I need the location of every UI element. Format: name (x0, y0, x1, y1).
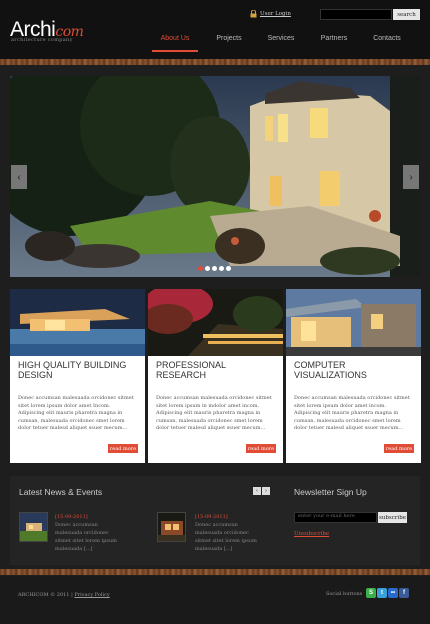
read-more-button[interactable]: read more (108, 444, 138, 453)
chevron-right-icon: › (265, 488, 267, 494)
user-login-label: User Login (260, 11, 291, 17)
slider-dot[interactable] (212, 266, 217, 271)
search-input[interactable] (320, 9, 392, 20)
chevron-left-icon: ‹ (17, 171, 21, 183)
wood-divider-bottom (0, 569, 430, 575)
chevron-left-icon: ‹ (256, 488, 258, 494)
card-image-pool (10, 289, 145, 356)
feature-card: Professional research Donec accumsan mal… (148, 289, 283, 463)
tagline: architecture company (11, 37, 73, 43)
news-heading: Latest News & Events (19, 487, 103, 497)
unsubscribe-link[interactable]: Unsubscribe (294, 531, 329, 537)
news-text[interactable]: Donec accumsan malesuada orcidonec sitme… (195, 521, 265, 553)
slider-next-button[interactable]: › (403, 165, 419, 189)
news-date: [15-09-2011] (55, 514, 88, 520)
flickr-icon[interactable]: •• (388, 588, 398, 598)
card-title: High quality building design (18, 360, 127, 380)
news-date: [15-09-2011] (195, 514, 228, 520)
card-text: Donec accumsan malesuada orcidonec sitme… (156, 395, 272, 431)
subscribe-button[interactable]: subscribe (378, 512, 407, 523)
card-title: Professional research (156, 360, 226, 380)
lock-icon (250, 10, 257, 18)
separator: | (71, 592, 73, 598)
slider-pagination (198, 266, 231, 271)
chevron-right-icon: › (409, 171, 413, 183)
nav-active-indicator (152, 50, 198, 52)
twitter-icon[interactable]: t (377, 588, 387, 598)
copyright-text: ARCHICOM © 2011 (18, 592, 70, 598)
footer (0, 576, 430, 624)
hero-slider (10, 76, 420, 277)
nav-about-us[interactable]: About Us (151, 35, 199, 42)
news-thumbnail[interactable] (19, 512, 48, 542)
nav-contacts[interactable]: Contacts (363, 35, 411, 42)
skype-icon[interactable]: S (366, 588, 376, 598)
news-text[interactable]: Donec accumsan malesuada orcidonec sitme… (55, 521, 125, 553)
nav-partners[interactable]: Partners (310, 35, 358, 42)
feature-card: High quality building design Donec accum… (10, 289, 145, 463)
hero-house-image (10, 76, 420, 277)
slider-dot[interactable] (205, 266, 210, 271)
slider-dot[interactable] (219, 266, 224, 271)
email-field[interactable]: enter your e-mail here (294, 512, 377, 523)
wood-divider-top (0, 59, 430, 65)
news-next-button[interactable]: › (262, 487, 270, 495)
slider-dot[interactable] (198, 266, 203, 271)
privacy-policy-link[interactable]: Privacy Policy (74, 592, 109, 598)
card-text: Donec accumsan malesuada orcidonec sitme… (18, 395, 134, 431)
user-login-link[interactable]: User Login (250, 10, 291, 18)
card-title: Computer visualizations (294, 360, 367, 380)
newsletter-heading: Newsletter Sign Up (294, 487, 367, 497)
read-more-button[interactable]: read more (384, 444, 414, 453)
nav-projects[interactable]: Projects (205, 35, 253, 42)
copyright: ARCHICOM © 2011 | Privacy Policy (18, 592, 110, 598)
slider-dot[interactable] (226, 266, 231, 271)
nav-services[interactable]: Services (257, 35, 305, 42)
card-text: Donec accumsan malesuada orcidonec sitme… (294, 395, 410, 431)
news-thumbnail[interactable] (157, 512, 186, 542)
facebook-icon[interactable]: f (399, 588, 409, 598)
social-label: Social buttons (326, 591, 363, 597)
card-image-visualization (286, 289, 421, 356)
slider-prev-button[interactable]: ‹ (11, 165, 27, 189)
feature-card: Computer visualizations Donec accumsan m… (286, 289, 421, 463)
search-button[interactable]: search (393, 9, 420, 20)
news-prev-button[interactable]: ‹ (253, 487, 261, 495)
read-more-button[interactable]: read more (246, 444, 276, 453)
card-image-garden (148, 289, 283, 356)
